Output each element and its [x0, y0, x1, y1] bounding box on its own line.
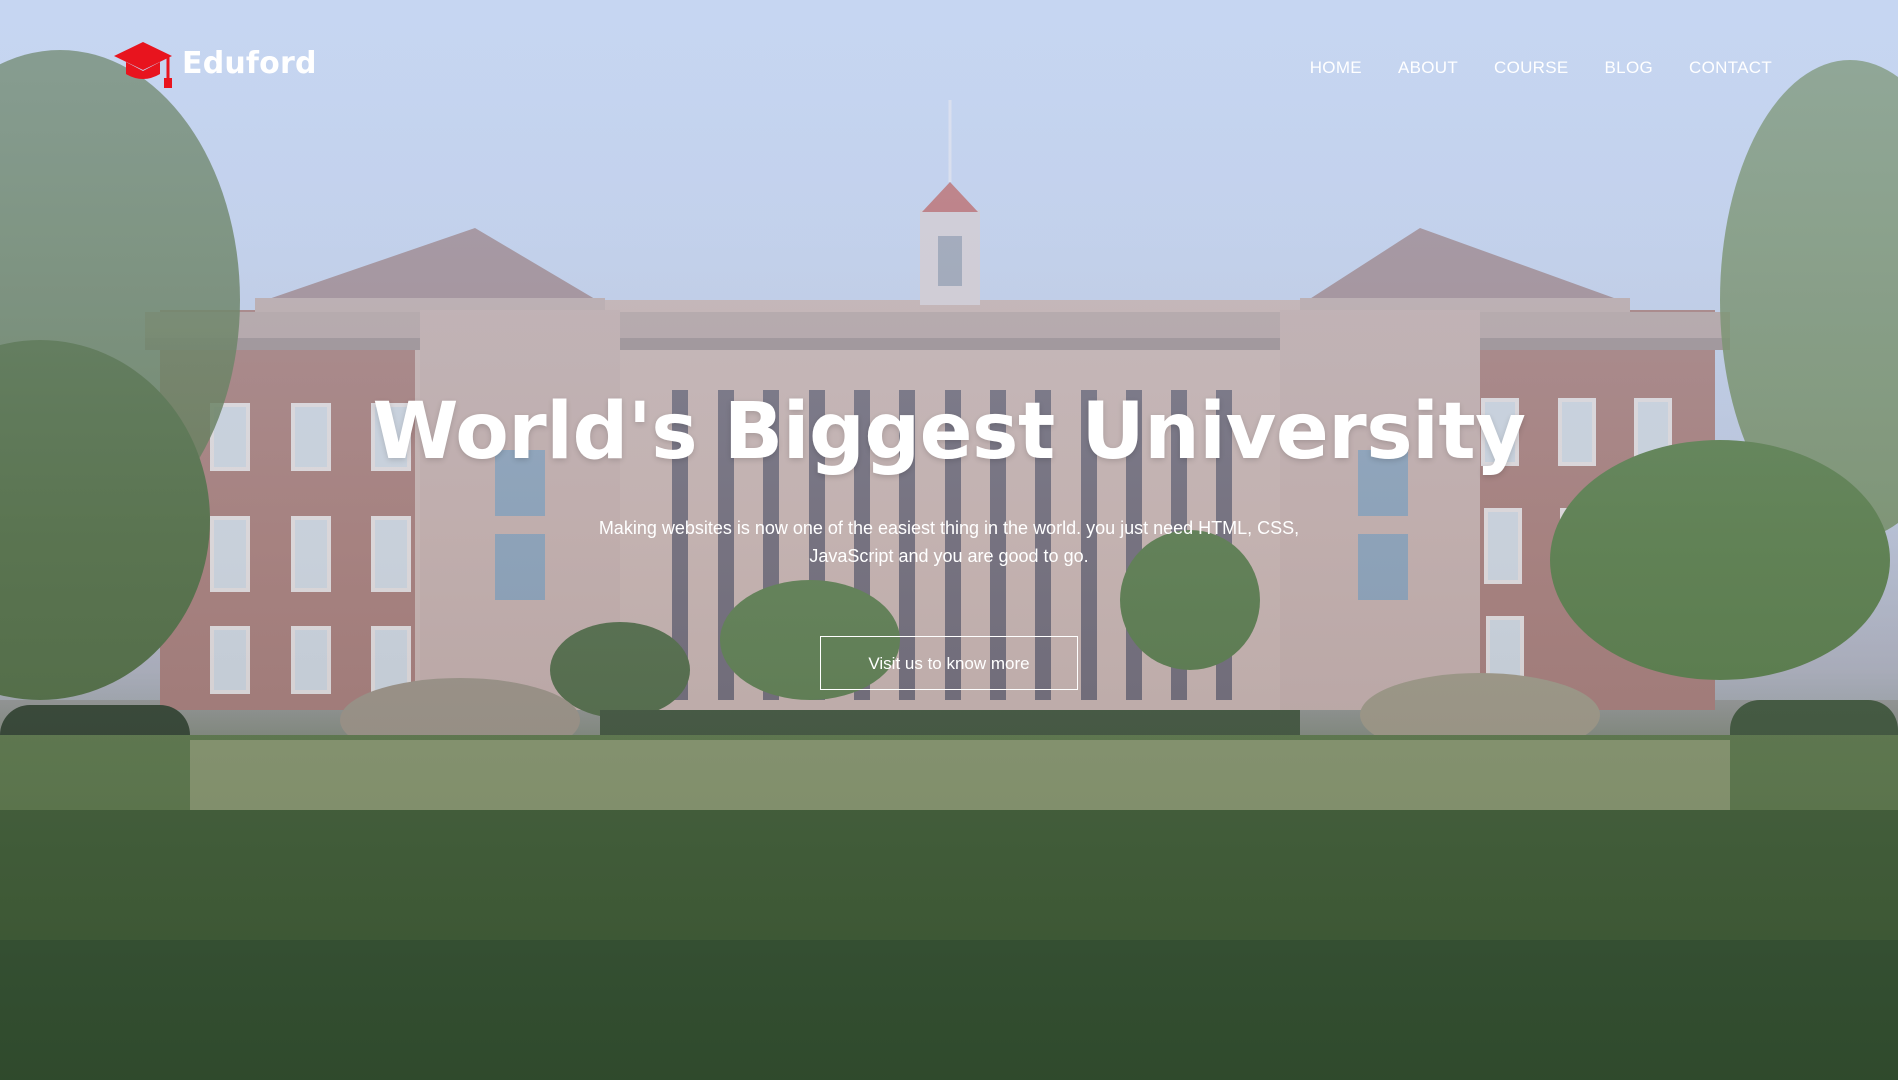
- brand-name: Eduford: [182, 45, 317, 81]
- visit-us-button[interactable]: Visit us to know more: [820, 635, 1078, 690]
- nav-item-blog[interactable]: BLOG: [1605, 58, 1653, 78]
- graduation-cap-icon: [112, 40, 174, 92]
- main-nav: HOME ABOUT COURSE BLOG CONTACT: [1310, 58, 1772, 78]
- site-header: Eduford HOME ABOUT COURSE BLOG CONTACT: [0, 0, 1898, 130]
- nav-item-contact[interactable]: CONTACT: [1689, 58, 1772, 78]
- hero-content: World's Biggest University Making websit…: [0, 387, 1898, 690]
- hero-subtitle: Making websites is now one of the easies…: [598, 517, 1300, 566]
- logo[interactable]: Eduford: [112, 40, 317, 92]
- nav-item-about[interactable]: ABOUT: [1398, 58, 1458, 78]
- nav-item-course[interactable]: COURSE: [1494, 58, 1569, 78]
- nav-item-home[interactable]: HOME: [1310, 58, 1362, 78]
- hero-title: World's Biggest University: [372, 387, 1526, 477]
- hero-section: Eduford HOME ABOUT COURSE BLOG CONTACT W…: [0, 0, 1898, 1080]
